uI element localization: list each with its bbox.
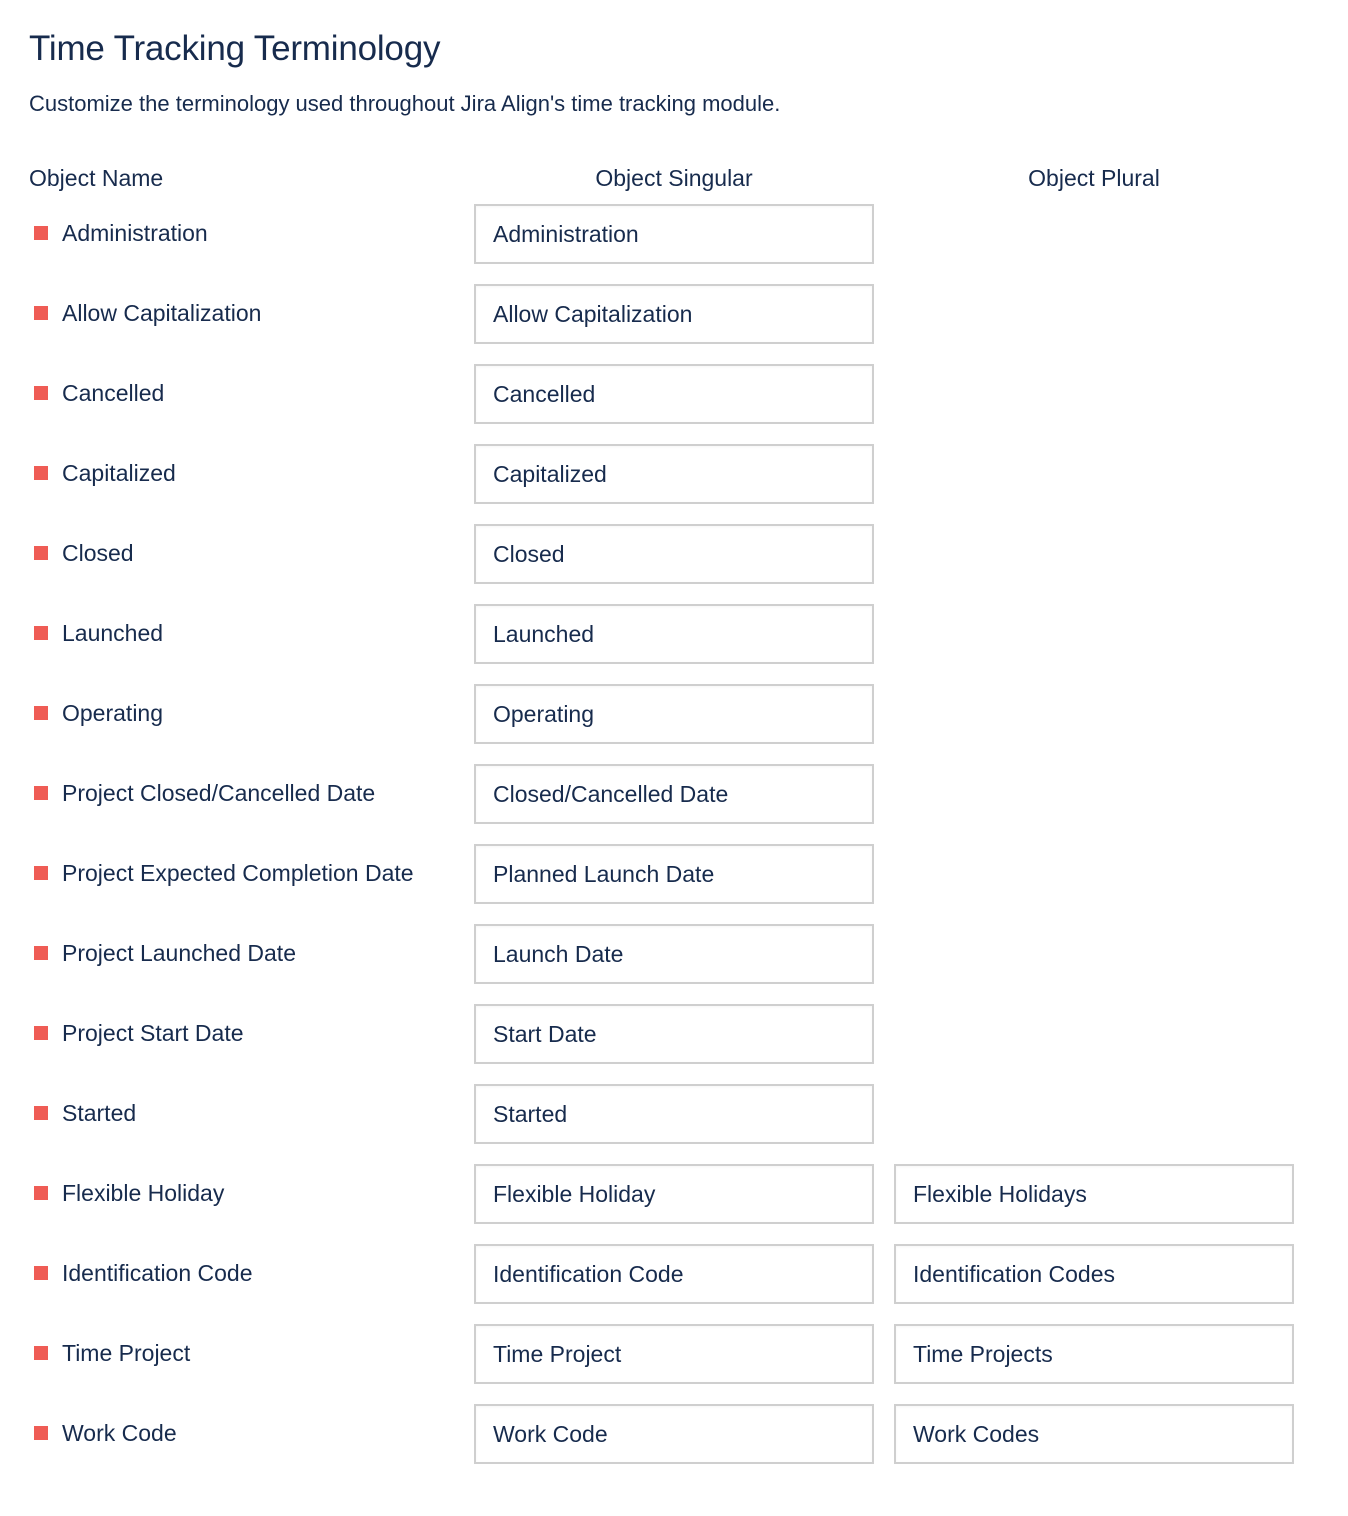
required-marker-icon	[34, 706, 48, 720]
page-description: Customize the terminology used throughou…	[29, 91, 781, 116]
object-name-label: Started	[62, 1100, 137, 1126]
object-singular-input[interactable]	[474, 1004, 874, 1064]
required-marker-icon	[34, 1026, 48, 1040]
required-marker-icon	[34, 866, 48, 880]
terminology-row: Launched	[0, 604, 1348, 684]
object-singular-input[interactable]	[474, 844, 874, 904]
object-name-label: Work Code	[62, 1420, 177, 1446]
terminology-row: Project Start Date	[0, 1004, 1348, 1084]
required-marker-icon	[34, 466, 48, 480]
object-name-label: Launched	[62, 620, 164, 646]
object-name-label: Operating	[62, 700, 164, 726]
required-marker-icon	[34, 1106, 48, 1120]
object-singular-input[interactable]	[474, 284, 874, 344]
object-name-label: Time Project	[62, 1340, 191, 1366]
object-singular-input[interactable]	[474, 924, 874, 984]
terminology-row: Started	[0, 1084, 1348, 1164]
object-name-label: Project Expected Completion Date	[62, 860, 414, 886]
terminology-row: Administration	[0, 204, 1348, 284]
terminology-row: Time Project	[0, 1324, 1348, 1404]
terminology-row: Flexible Holiday	[0, 1164, 1348, 1244]
terminology-row: Project Launched Date	[0, 924, 1348, 1004]
required-marker-icon	[34, 1346, 48, 1360]
required-marker-icon	[34, 626, 48, 640]
terminology-row: Identification Code	[0, 1244, 1348, 1324]
column-header-object-plural: Object Plural	[1028, 165, 1160, 191]
object-plural-input[interactable]	[894, 1324, 1294, 1384]
required-marker-icon	[34, 1426, 48, 1440]
object-plural-input[interactable]	[894, 1164, 1294, 1224]
object-singular-input[interactable]	[474, 604, 874, 664]
object-name-label: Administration	[62, 220, 208, 246]
terminology-row: Cancelled	[0, 364, 1348, 444]
required-marker-icon	[34, 306, 48, 320]
object-singular-input[interactable]	[474, 1164, 874, 1224]
object-plural-input[interactable]	[894, 1404, 1294, 1464]
object-name-label: Closed	[62, 540, 134, 566]
object-singular-input[interactable]	[474, 764, 874, 824]
terminology-row: Allow Capitalization	[0, 284, 1348, 364]
object-singular-input[interactable]	[474, 364, 874, 424]
terminology-row: Operating	[0, 684, 1348, 764]
object-singular-input[interactable]	[474, 524, 874, 584]
object-name-label: Flexible Holiday	[62, 1180, 225, 1206]
terminology-row: Work Code	[0, 1404, 1348, 1484]
terminology-row: Capitalized	[0, 444, 1348, 524]
object-name-label: Project Launched Date	[62, 940, 296, 966]
object-name-label: Project Closed/Cancelled Date	[62, 780, 376, 806]
terminology-row: Project Expected Completion Date	[0, 844, 1348, 924]
object-singular-input[interactable]	[474, 1404, 874, 1464]
object-singular-input[interactable]	[474, 1324, 874, 1384]
object-name-label: Identification Code	[62, 1260, 253, 1286]
page-title: Time Tracking Terminology	[29, 29, 441, 68]
required-marker-icon	[34, 786, 48, 800]
object-name-label: Allow Capitalization	[62, 300, 262, 326]
object-name-label: Cancelled	[62, 380, 165, 406]
object-plural-input[interactable]	[894, 1244, 1294, 1304]
required-marker-icon	[34, 546, 48, 560]
object-name-label: Capitalized	[62, 460, 176, 486]
object-singular-input[interactable]	[474, 1244, 874, 1304]
terminology-row: Project Closed/Cancelled Date	[0, 764, 1348, 844]
column-header-object-singular: Object Singular	[595, 165, 753, 191]
required-marker-icon	[34, 946, 48, 960]
object-singular-input[interactable]	[474, 444, 874, 504]
column-header-object-name: Object Name	[29, 165, 164, 191]
terminology-row: Closed	[0, 524, 1348, 604]
object-singular-input[interactable]	[474, 684, 874, 744]
required-marker-icon	[34, 1266, 48, 1280]
required-marker-icon	[34, 386, 48, 400]
object-singular-input[interactable]	[474, 204, 874, 264]
required-marker-icon	[34, 226, 48, 240]
terminology-list: Administration Allow Capitalization Cancel…	[0, 204, 1348, 1484]
required-marker-icon	[34, 1186, 48, 1200]
object-singular-input[interactable]	[474, 1084, 874, 1144]
object-name-label: Project Start Date	[62, 1020, 244, 1046]
